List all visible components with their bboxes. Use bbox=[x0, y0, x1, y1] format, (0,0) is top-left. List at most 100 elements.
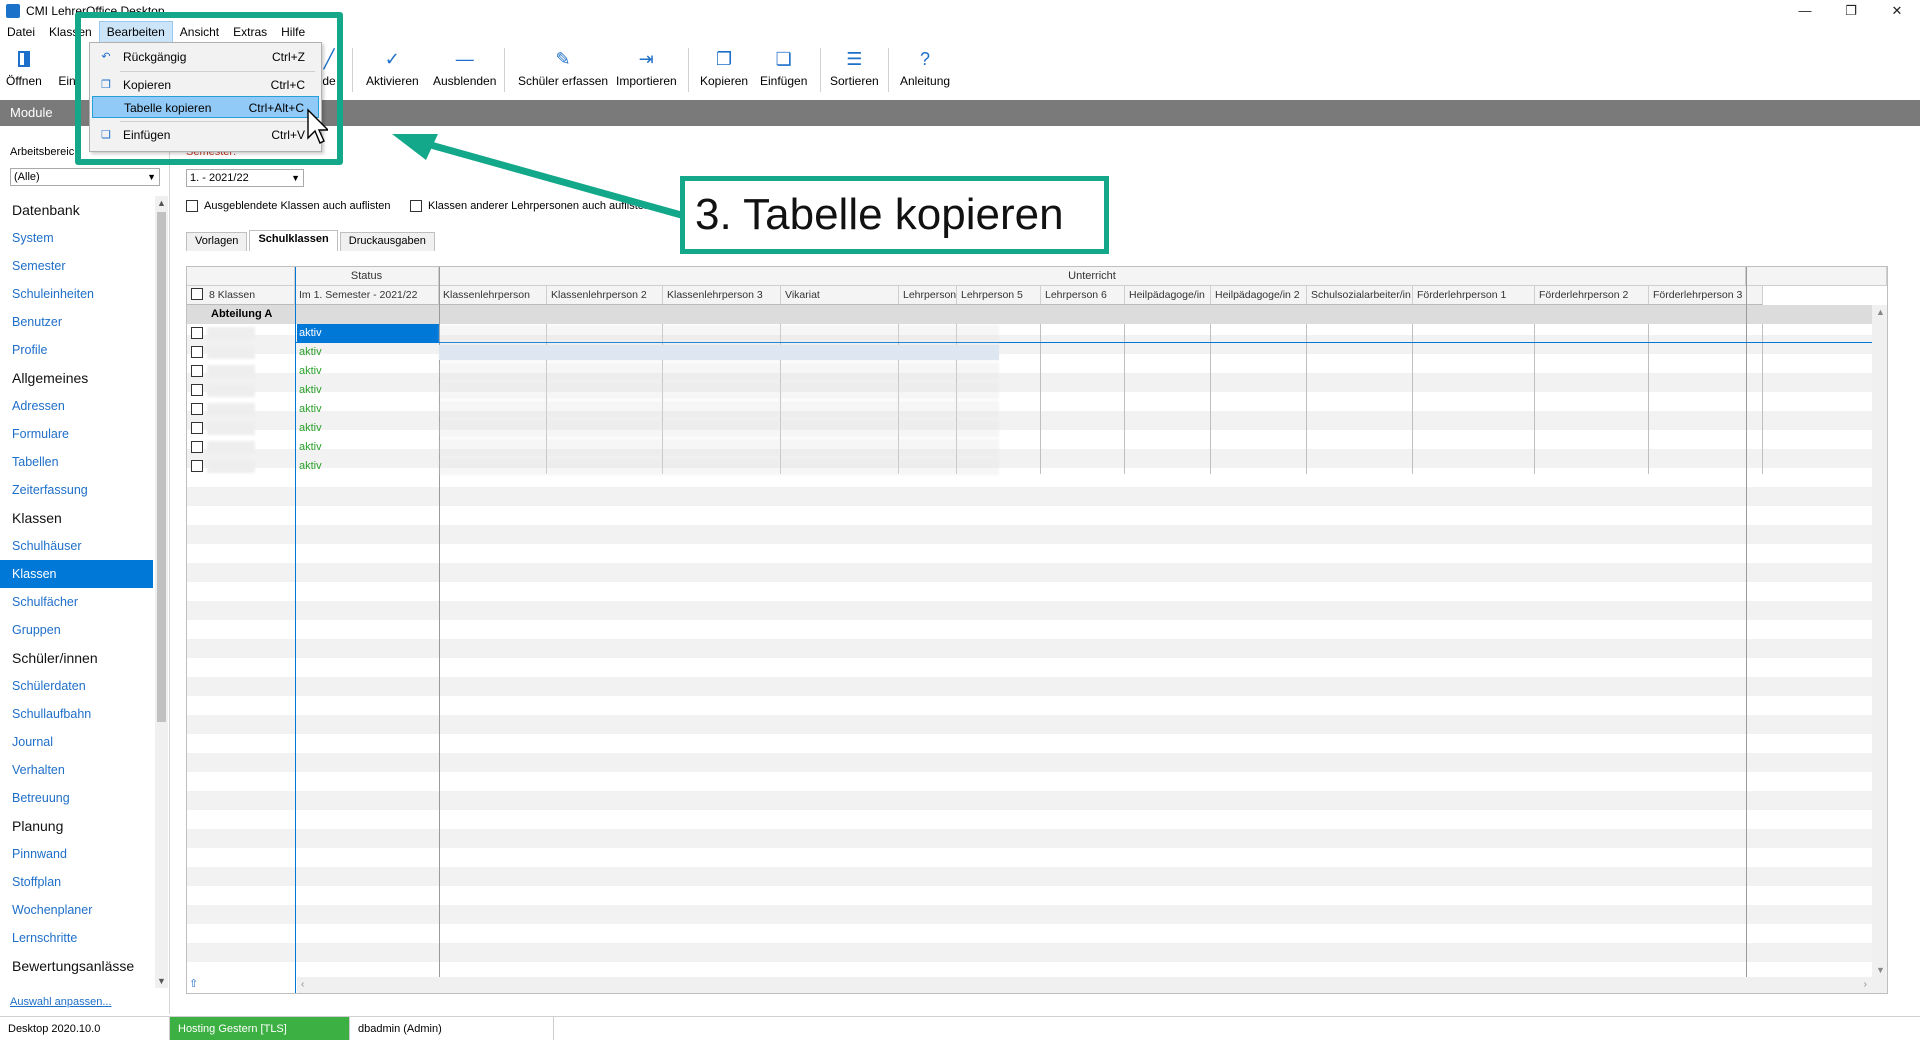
column-header[interactable]: Lehrperson 6 bbox=[1041, 286, 1125, 305]
status-cell[interactable]: aktiv bbox=[297, 438, 439, 457]
status-cell[interactable]: aktiv bbox=[297, 457, 439, 476]
sidebar-item[interactable]: Klassen bbox=[0, 560, 153, 588]
activate-button[interactable]: ✓ Aktivieren bbox=[366, 48, 419, 89]
sidebar-item[interactable]: Schuleinheiten bbox=[0, 280, 153, 308]
column-header[interactable]: Heilpädagoge/in 2 bbox=[1211, 286, 1307, 305]
sidebar-item[interactable]: Semester bbox=[0, 252, 153, 280]
sidebar-item[interactable]: Schullaufbahn bbox=[0, 700, 153, 728]
row-checkbox[interactable] bbox=[191, 327, 203, 339]
hide-button[interactable]: — Ausblenden bbox=[433, 48, 496, 89]
sidebar-item[interactable]: Profile bbox=[0, 336, 153, 364]
pencil-icon: ✎ bbox=[555, 48, 571, 69]
sidebar-item[interactable]: Schülerdaten bbox=[0, 672, 153, 700]
header-select-all[interactable]: 8 Klassen bbox=[187, 286, 295, 305]
sidebar-item[interactable]: Adressen bbox=[0, 392, 153, 420]
table-row[interactable]: aktiv bbox=[187, 438, 1887, 457]
sidebar-item[interactable]: Schulhäuser bbox=[0, 532, 153, 560]
semester-select[interactable]: 1. - 2021/22 ▼ bbox=[186, 169, 304, 187]
row-checkbox[interactable] bbox=[191, 460, 203, 472]
paste-button[interactable]: ❏ Einfügen bbox=[760, 48, 807, 89]
row-checkbox[interactable] bbox=[191, 346, 203, 358]
status-cell[interactable]: aktiv bbox=[297, 343, 439, 362]
row-checkbox[interactable] bbox=[191, 384, 203, 396]
close-button[interactable]: ✕ bbox=[1874, 0, 1920, 22]
menu-datei[interactable]: Datei bbox=[0, 22, 42, 42]
open-button[interactable]: Öffnen bbox=[6, 48, 42, 88]
table-row-background bbox=[187, 924, 1887, 943]
row-checkbox[interactable] bbox=[191, 441, 203, 453]
column-header[interactable]: Klassenlehrperson 2 bbox=[547, 286, 663, 305]
sidebar-item[interactable]: Benutzer bbox=[0, 308, 153, 336]
scroll-up-icon[interactable]: ▲ bbox=[155, 196, 168, 210]
sidebar-item[interactable]: Formulare bbox=[0, 420, 153, 448]
sidebar-item[interactable]: Verhalten bbox=[0, 756, 153, 784]
column-header[interactable]: Schulsozialarbeiter/in bbox=[1307, 286, 1413, 305]
scroll-left-icon[interactable]: ‹ bbox=[301, 977, 304, 993]
column-header[interactable]: Lehrperson 4 bbox=[899, 286, 957, 305]
column-header[interactable]: Lehrperson 5 bbox=[957, 286, 1041, 305]
scroll-right-icon[interactable]: › bbox=[1864, 977, 1867, 993]
column-header[interactable]: Klassenlehrperson bbox=[439, 286, 547, 305]
toolbar-separator bbox=[688, 48, 689, 92]
export-icon[interactable]: ⇧ bbox=[189, 977, 201, 991]
column-header[interactable]: Vikariat bbox=[781, 286, 899, 305]
import-icon: ⇥ bbox=[638, 48, 654, 69]
table-row-background bbox=[187, 753, 1887, 772]
select-all-checkbox[interactable] bbox=[191, 288, 203, 300]
maximize-button[interactable]: ❐ bbox=[1828, 0, 1874, 22]
scroll-down-icon[interactable]: ▼ bbox=[1876, 965, 1885, 975]
import-button[interactable]: ⇥ Importieren bbox=[616, 48, 677, 89]
table-row[interactable]: aktiv bbox=[187, 381, 1887, 400]
column-header[interactable]: Klassenlehrperson 3 bbox=[663, 286, 781, 305]
sidebar-item[interactable]: Pinnwand bbox=[0, 840, 153, 868]
tab-vorlagen[interactable]: Vorlagen bbox=[186, 232, 248, 251]
sidebar-item[interactable]: Zeiterfassung bbox=[0, 476, 153, 504]
sidebar-item[interactable]: Gruppen bbox=[0, 616, 153, 644]
sidebar-item[interactable]: Betreuung bbox=[0, 784, 153, 812]
status-cell[interactable]: aktiv bbox=[297, 400, 439, 419]
tab-schulklassen[interactable]: Schulklassen bbox=[249, 230, 338, 251]
sidebar-item[interactable]: Schulfächer bbox=[0, 588, 153, 616]
table-row[interactable]: aktiv bbox=[187, 400, 1887, 419]
show-hidden-checkbox[interactable]: Ausgeblendete Klassen auch auflisten bbox=[186, 200, 391, 212]
customize-link[interactable]: Auswahl anpassen... bbox=[10, 996, 112, 1008]
status-cell[interactable]: aktiv bbox=[297, 381, 439, 400]
table-row[interactable]: aktiv bbox=[187, 362, 1887, 381]
sidebar-item[interactable]: Lernschritte bbox=[0, 924, 153, 952]
add-students-button[interactable]: ✎ Schüler erfassen bbox=[518, 48, 608, 89]
table-vscrollbar[interactable]: ▲ ▼ bbox=[1872, 305, 1887, 977]
sidebar-item[interactable]: Journal bbox=[0, 728, 153, 756]
sidebar-item[interactable]: System bbox=[0, 224, 153, 252]
column-header-status[interactable]: Im 1. Semester - 2021/22 bbox=[295, 286, 439, 305]
scroll-up-icon[interactable]: ▲ bbox=[1876, 307, 1885, 317]
column-header[interactable]: Förderlehrperson 1 bbox=[1413, 286, 1535, 305]
tab-druckausgaben[interactable]: Druckausgaben bbox=[339, 232, 435, 251]
checkbox[interactable] bbox=[186, 200, 198, 212]
status-cell[interactable]: aktiv bbox=[297, 324, 439, 343]
sidebar-item[interactable]: Stoffplan bbox=[0, 868, 153, 896]
row-checkbox[interactable] bbox=[191, 422, 203, 434]
row-checkbox[interactable] bbox=[191, 403, 203, 415]
column-header[interactable]: Heilpädagoge/in bbox=[1125, 286, 1211, 305]
table-row-background bbox=[187, 772, 1887, 791]
guide-button[interactable]: ? Anleitung bbox=[900, 48, 950, 89]
table-row-background bbox=[187, 544, 1887, 563]
workspace-select[interactable]: (Alle) ▼ bbox=[10, 168, 160, 186]
column-header[interactable]: Förderlehrperson 2 bbox=[1535, 286, 1649, 305]
status-cell[interactable]: aktiv bbox=[297, 362, 439, 381]
scroll-down-icon[interactable]: ▼ bbox=[155, 974, 168, 988]
table-row[interactable]: aktiv bbox=[187, 343, 1887, 362]
table-hscrollbar[interactable]: ‹ › bbox=[297, 977, 1887, 993]
table-row[interactable]: aktiv bbox=[187, 324, 1887, 343]
copy-button[interactable]: ❐ Kopieren bbox=[700, 48, 748, 89]
sort-button[interactable]: ☰ Sortieren bbox=[830, 48, 879, 89]
sidebar-item[interactable]: Tabellen bbox=[0, 448, 153, 476]
status-cell[interactable]: aktiv bbox=[297, 419, 439, 438]
sidebar-item[interactable]: Wochenplaner bbox=[0, 896, 153, 924]
scrollbar-thumb[interactable] bbox=[157, 212, 166, 722]
table-row[interactable]: aktiv bbox=[187, 457, 1887, 476]
minimize-button[interactable]: — bbox=[1782, 0, 1828, 22]
nav-scrollbar[interactable]: ▲ ▼ bbox=[155, 196, 168, 988]
row-checkbox[interactable] bbox=[191, 365, 203, 377]
table-row[interactable]: aktiv bbox=[187, 419, 1887, 438]
